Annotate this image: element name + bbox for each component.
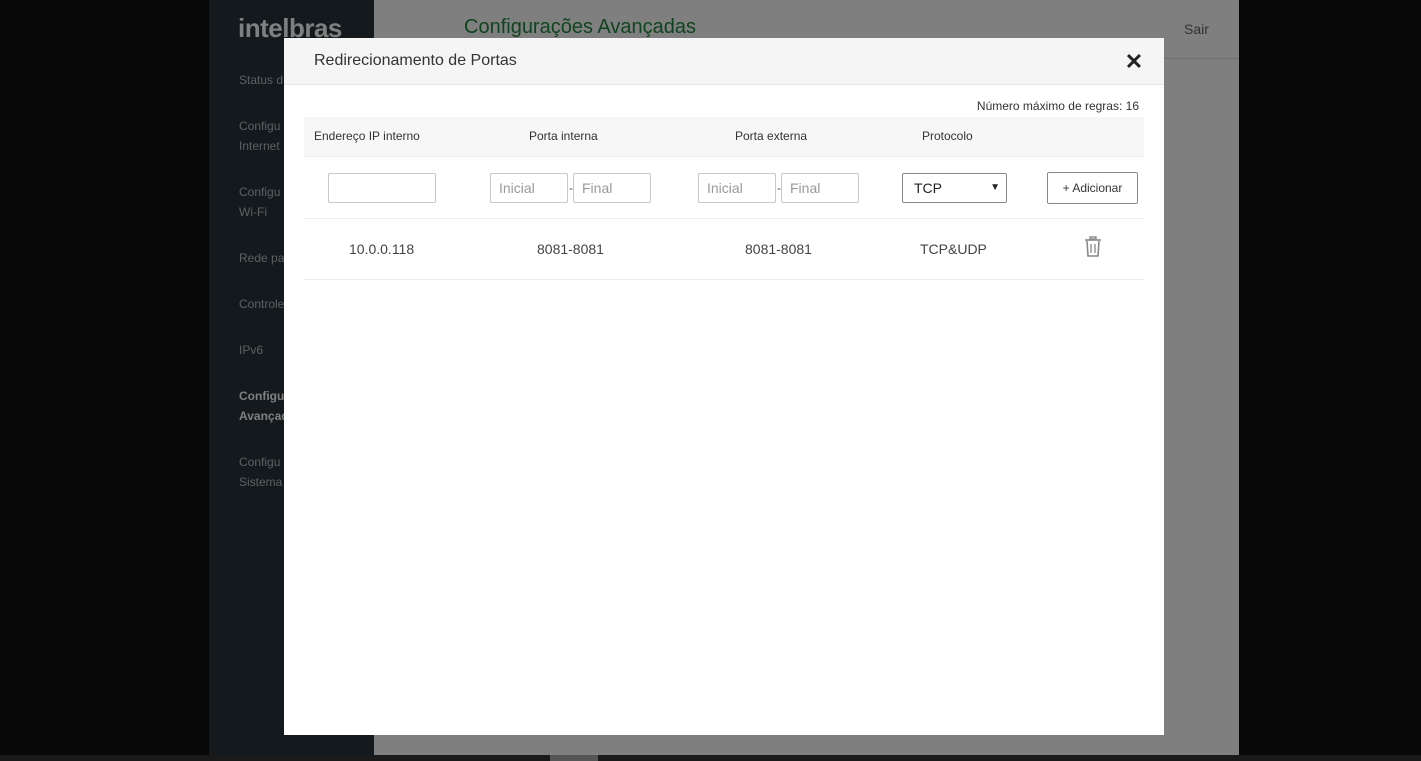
horizontal-scrollbar[interactable] [0,755,1421,761]
protocol-selected-value: TCP [914,180,942,196]
column-header-internal-ip: Endereço IP interno [314,129,420,143]
chevron-down-icon: ▼ [990,182,1000,193]
max-rules-label: Número máximo de regras: 16 [976,99,1139,113]
protocol-select[interactable]: TCP ▼ [902,173,1007,203]
trash-icon[interactable] [1084,236,1102,258]
column-header-external-port: Porta externa [735,129,808,143]
cell-external-port: 8081-8081 [745,241,812,257]
scrollbar-thumb[interactable] [550,755,598,761]
external-port-start-input[interactable]: Inicial [698,173,776,203]
cell-internal-ip: 10.0.0.118 [349,241,415,257]
cell-internal-port: 8081-8081 [537,241,604,257]
table-row: 10.0.0.118 8081-8081 8081-8081 TCP&UDP [304,219,1144,280]
cell-protocol: TCP&UDP [920,241,987,257]
column-header-protocol: Protocolo [922,129,973,143]
add-rule-button[interactable]: + Adicionar [1047,172,1138,204]
port-forwarding-modal: Redirecionamento de Portas ✕ Número máxi… [284,38,1164,735]
modal-title: Redirecionamento de Portas [314,52,517,69]
column-header-internal-port: Porta interna [529,129,598,143]
port-forwarding-table: Endereço IP interno Porta interna Porta … [304,117,1144,280]
external-port-end-input[interactable]: Final [781,173,859,203]
internal-port-end-input[interactable]: Final [573,173,651,203]
modal-header: Redirecionamento de Portas ✕ [284,38,1164,85]
close-icon[interactable]: ✕ [1122,50,1146,74]
table-header: Endereço IP interno Porta interna Porta … [304,117,1144,157]
internal-port-start-input[interactable]: Inicial [490,173,568,203]
internal-ip-input[interactable] [328,173,436,203]
new-rule-form: Inicial - Final Inicial - Final TCP ▼ + … [304,157,1144,219]
